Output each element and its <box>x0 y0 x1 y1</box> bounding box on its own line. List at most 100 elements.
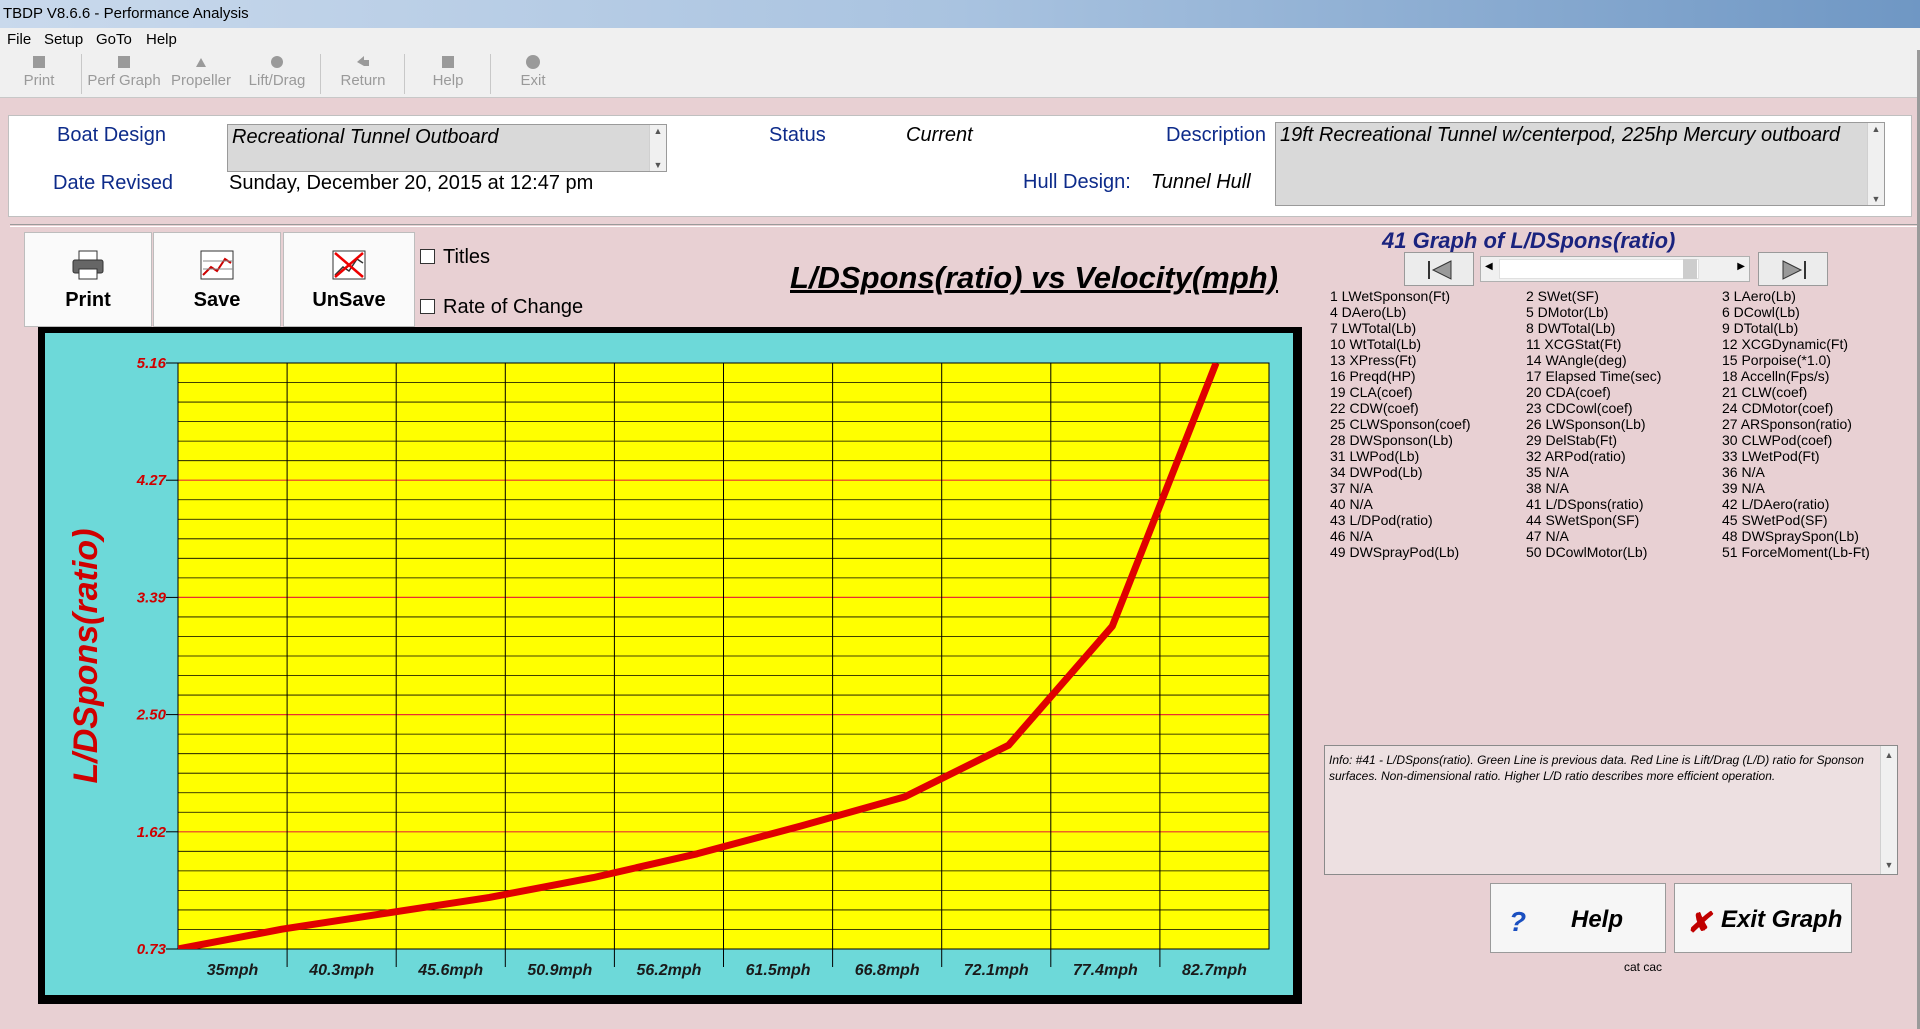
y-tick-label: 5.16 <box>137 355 167 372</box>
variable-item[interactable]: 21 CLW(coef) <box>1722 384 1807 400</box>
variable-item[interactable]: 35 N/A <box>1526 464 1569 480</box>
help-button[interactable]: ? Help <box>1490 883 1666 953</box>
variable-item[interactable]: 33 LWetPod(Ft) <box>1722 448 1820 464</box>
variable-item[interactable]: 37 N/A <box>1330 480 1373 496</box>
status-label: Status <box>769 124 826 146</box>
scroll-right-icon[interactable]: ▶ <box>1737 261 1745 272</box>
variable-item[interactable]: 3 LAero(Lb) <box>1722 288 1796 304</box>
variable-item[interactable]: 41 L/DSpons(ratio) <box>1526 496 1644 512</box>
variable-item[interactable]: 30 CLWPod(coef) <box>1722 432 1832 448</box>
variable-item[interactable]: 17 Elapsed Time(sec) <box>1526 368 1661 384</box>
variable-item[interactable]: 23 CDCowl(coef) <box>1526 400 1633 416</box>
print-graph-button[interactable]: Print <box>24 232 152 327</box>
window-title: TBDP V8.6.6 - Performance Analysis <box>3 5 249 22</box>
toolbar-return-button[interactable]: Return <box>336 52 390 96</box>
boat-design-scrollbar[interactable]: ▲ ▼ <box>649 125 666 171</box>
unsave-graph-icon <box>332 250 366 280</box>
variable-item[interactable]: 51 ForceMoment(Lb-Ft) <box>1722 544 1870 560</box>
last-icon <box>1782 260 1806 280</box>
toolbar-print-button[interactable]: Print <box>18 52 60 96</box>
last-graph-button[interactable] <box>1758 252 1828 286</box>
y-axis-title: L/DSpons(ratio) <box>67 529 105 784</box>
variable-item[interactable]: 39 N/A <box>1722 480 1765 496</box>
variable-item[interactable]: 46 N/A <box>1330 528 1373 544</box>
variable-item[interactable]: 12 XCGDynamic(Ft) <box>1722 336 1848 352</box>
variable-item[interactable]: 22 CDW(coef) <box>1330 400 1419 416</box>
boat-design-field[interactable]: Recreational Tunnel Outboard ▲ ▼ <box>227 124 667 172</box>
scroll-track <box>1499 259 1699 279</box>
menu-help[interactable]: Help <box>146 31 177 48</box>
unsave-graph-button[interactable]: UnSave <box>283 232 415 327</box>
menu-goto[interactable]: GoTo <box>96 31 132 48</box>
variable-item[interactable]: 7 LWTotal(Lb) <box>1330 320 1416 336</box>
rate-of-change-checkbox-box[interactable] <box>420 299 435 314</box>
variable-item[interactable]: 18 Accelln(Fps/s) <box>1722 368 1829 384</box>
x-tick-label: 50.9mph <box>527 962 592 979</box>
titles-checkbox[interactable]: Titles <box>420 246 490 269</box>
variable-item[interactable]: 13 XPress(Ft) <box>1330 352 1416 368</box>
toolbar-perf-graph-button[interactable]: Perf Graph <box>86 52 162 96</box>
save-graph-button[interactable]: Save <box>153 232 281 327</box>
save-graph-label: Save <box>193 289 241 311</box>
variable-item[interactable]: 6 DCowl(Lb) <box>1722 304 1800 320</box>
rate-of-change-checkbox[interactable]: Rate of Change <box>420 296 583 319</box>
titles-checkbox-box[interactable] <box>420 249 435 264</box>
variable-item[interactable]: 1 LWetSponson(Ft) <box>1330 288 1450 304</box>
variable-item[interactable]: 28 DWSponson(Lb) <box>1330 432 1453 448</box>
variable-item[interactable]: 20 CDA(coef) <box>1526 384 1611 400</box>
variable-item[interactable]: 4 DAero(Lb) <box>1330 304 1406 320</box>
scroll-left-icon[interactable]: ◀ <box>1485 261 1493 272</box>
first-graph-button[interactable] <box>1404 252 1474 286</box>
variable-item[interactable]: 34 DWPod(Lb) <box>1330 464 1423 480</box>
hull-design-label: Hull Design: <box>1023 171 1131 193</box>
variable-item[interactable]: 38 N/A <box>1526 480 1569 496</box>
menu-setup[interactable]: Setup <box>44 31 83 48</box>
variable-item[interactable]: 2 SWet(SF) <box>1526 288 1599 304</box>
toolbar-exit-button[interactable]: Exit <box>512 52 554 96</box>
variable-item[interactable]: 42 L/DAero(ratio) <box>1722 496 1829 512</box>
variable-item[interactable]: 32 ARPod(ratio) <box>1526 448 1626 464</box>
variable-item[interactable]: 31 LWPod(Lb) <box>1330 448 1419 464</box>
description-scrollbar[interactable]: ▲ ▼ <box>1867 123 1884 205</box>
variable-item[interactable]: 36 N/A <box>1722 464 1765 480</box>
variable-item[interactable]: 40 N/A <box>1330 496 1373 512</box>
title-bar: TBDP V8.6.6 - Performance Analysis <box>0 0 1920 28</box>
info-scrollbar[interactable]: ▲ ▼ <box>1880 746 1897 874</box>
exit-graph-button[interactable]: ✘ Exit Graph <box>1674 883 1852 953</box>
graph-scrollbar[interactable]: ◀ ▶ <box>1480 256 1750 282</box>
toolbar-liftdrag-button[interactable]: Lift/Drag <box>244 52 310 96</box>
toolbar-help-button[interactable]: Help <box>426 52 470 96</box>
scroll-thumb[interactable] <box>1683 259 1697 279</box>
variable-item[interactable]: 50 DCowlMotor(Lb) <box>1526 544 1647 560</box>
variable-item[interactable]: 44 SWetSpon(SF) <box>1526 512 1639 528</box>
variable-item[interactable]: 24 CDMotor(coef) <box>1722 400 1833 416</box>
variable-item[interactable]: 25 CLWSponson(coef) <box>1330 416 1471 432</box>
variable-item[interactable]: 29 DelStab(Ft) <box>1526 432 1617 448</box>
variable-item[interactable]: 15 Porpoise(*1.0) <box>1722 352 1831 368</box>
variable-item[interactable]: 10 WtTotal(Lb) <box>1330 336 1421 352</box>
info-text: Info: #41 - L/DSpons(ratio). Green Line … <box>1329 753 1864 783</box>
variable-item[interactable]: 45 SWetPod(SF) <box>1722 512 1828 528</box>
variable-item[interactable]: 8 DWTotal(Lb) <box>1526 320 1615 336</box>
variable-item[interactable]: 26 LWSponson(Lb) <box>1526 416 1646 432</box>
variable-item[interactable]: 19 CLA(coef) <box>1330 384 1412 400</box>
menu-file[interactable]: File <box>7 31 31 48</box>
description-field[interactable]: 19ft Recreational Tunnel w/centerpod, 22… <box>1275 122 1885 206</box>
variable-item[interactable]: 9 DTotal(Lb) <box>1722 320 1798 336</box>
toolbar-propeller-button[interactable]: Propeller <box>166 52 236 96</box>
variable-item[interactable]: 43 L/DPod(ratio) <box>1330 512 1433 528</box>
variable-item[interactable]: 11 XCGStat(Ft) <box>1526 336 1621 352</box>
variable-item[interactable]: 48 DWSpraySpon(Lb) <box>1722 528 1859 544</box>
variable-item[interactable]: 47 N/A <box>1526 528 1569 544</box>
help-icon: ? <box>1509 906 1527 937</box>
x-tick-label: 72.1mph <box>964 962 1029 979</box>
footer-text: cat cac <box>1624 960 1663 974</box>
variable-item[interactable]: 49 DWSprayPod(Lb) <box>1330 544 1459 560</box>
variable-item[interactable]: 16 Preqd(HP) <box>1330 368 1416 384</box>
chart-title: L/DSpons(ratio) vs Velocity(mph) <box>790 260 1279 295</box>
variable-item[interactable]: 5 DMotor(Lb) <box>1526 304 1608 320</box>
variable-item[interactable]: 14 WAngle(deg) <box>1526 352 1627 368</box>
x-tick-label: 40.3mph <box>308 962 374 979</box>
variable-item[interactable]: 27 ARSponson(ratio) <box>1722 416 1852 432</box>
exit-graph-label: Exit Graph <box>1721 906 1843 933</box>
